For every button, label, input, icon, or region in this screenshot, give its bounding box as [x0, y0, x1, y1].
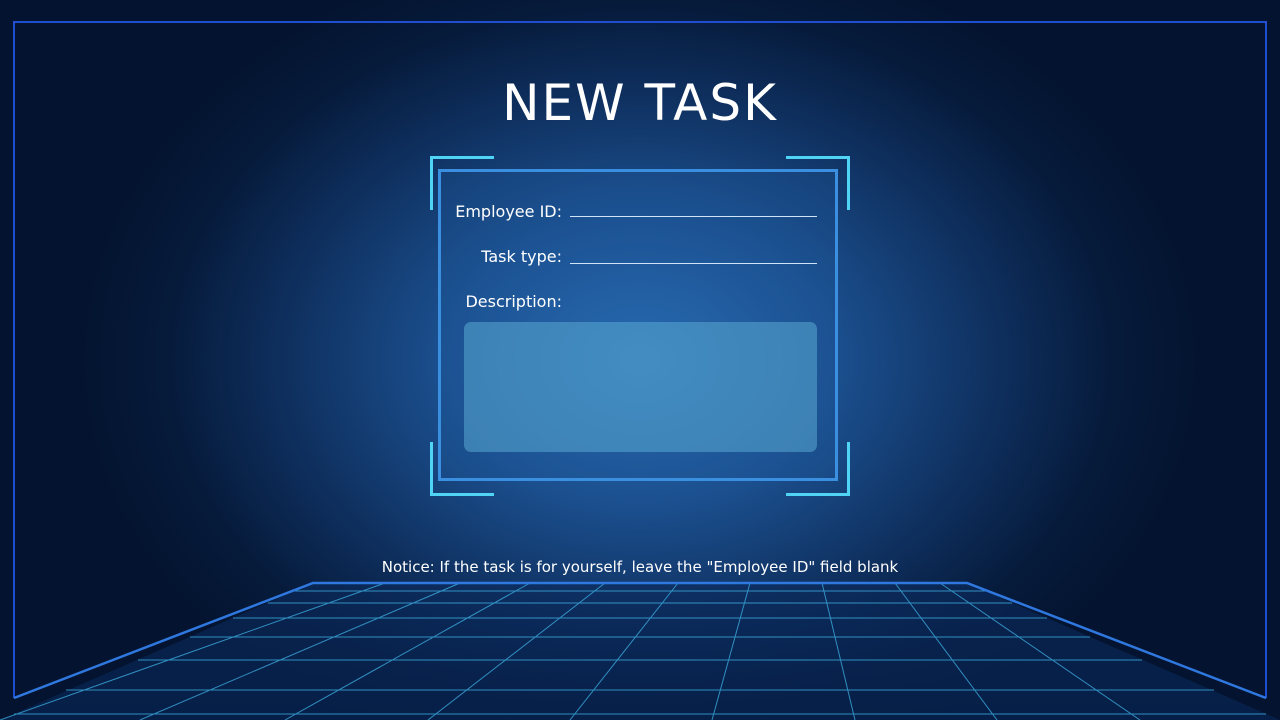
description-field[interactable]: [464, 322, 817, 452]
notice-text: Notice: If the task is for yourself, lea…: [381, 558, 899, 576]
page-title: NEW TASK: [502, 74, 778, 132]
task-type-label: Task type:: [481, 247, 562, 266]
description-label: Description:: [465, 292, 562, 311]
grid-floor: [0, 581, 1280, 720]
employee-id-field[interactable]: [570, 198, 817, 217]
task-type-field[interactable]: [570, 245, 817, 264]
employee-id-label: Employee ID:: [455, 202, 562, 221]
